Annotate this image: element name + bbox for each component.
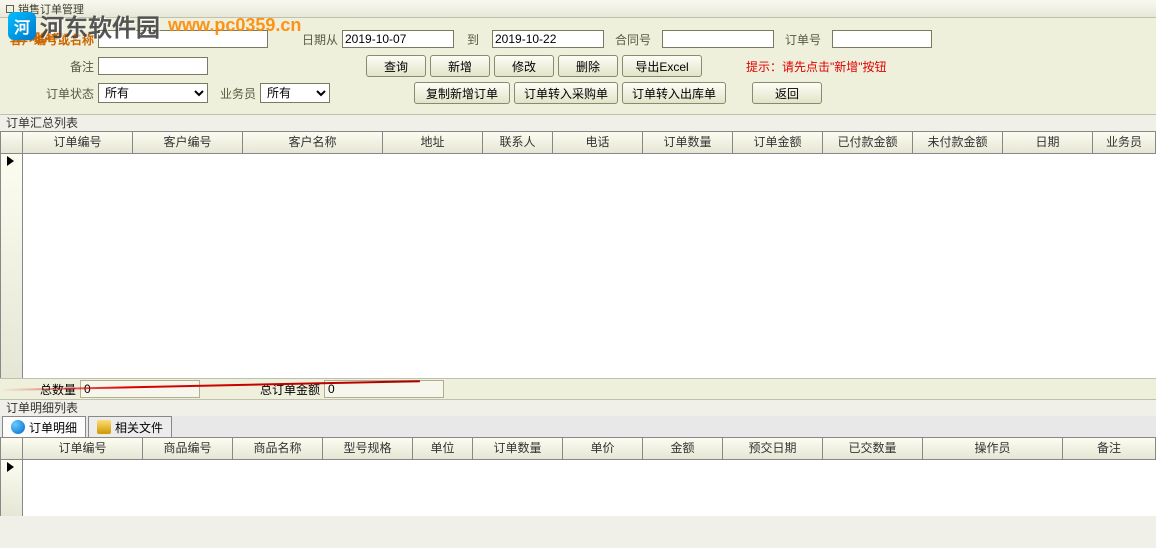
order-status-select[interactable]: 所有 [98, 83, 208, 103]
summary-col-phone[interactable]: 电话 [553, 132, 643, 153]
detail-tabs: 订单明细 相关文件 [0, 416, 1156, 438]
summary-col-contact[interactable]: 联系人 [483, 132, 553, 153]
add-button[interactable]: 新增 [430, 55, 490, 77]
detail-col-price[interactable]: 单价 [563, 438, 643, 459]
window-title-bar: 销售订单管理 [0, 0, 1156, 18]
order-no-input[interactable] [832, 30, 932, 48]
filter-row-4: 订单状态 所有 业务员 所有 复制新增订单 订单转入采购单 订单转入出库单 返回 [8, 81, 1148, 105]
detail-col-orderno[interactable]: 订单编号 [23, 438, 143, 459]
to-purchase-button[interactable]: 订单转入采购单 [514, 82, 618, 104]
contract-label: 合同号 [608, 31, 658, 48]
window-title: 销售订单管理 [18, 1, 84, 17]
customer-code-input[interactable] [98, 30, 268, 48]
edit-button[interactable]: 修改 [494, 55, 554, 77]
remark-label: 备注 [2, 58, 94, 75]
totals-bar: 总数量 0 总订单金额 0 [0, 378, 1156, 400]
date-from-label: 日期从 [294, 31, 338, 48]
detail-col-unit[interactable]: 单位 [413, 438, 473, 459]
filter-panel: 查询条件 客户编号或名称 日期从 到 合同号 订单号 备注 查询 新增 修改 删… [0, 18, 1156, 115]
summary-marker-col [1, 154, 23, 378]
summary-col-marker [1, 132, 23, 153]
tab-related-files-label: 相关文件 [115, 419, 163, 436]
summary-grid-header: 订单编号 客户编号 客户名称 地址 联系人 电话 订单数量 订单金额 已付款金额… [1, 132, 1156, 154]
folder-icon [97, 420, 111, 434]
detail-grid-header: 订单编号 商品编号 商品名称 型号规格 单位 订单数量 单价 金额 预交日期 已… [1, 438, 1156, 460]
detail-grid: 订单编号 商品编号 商品名称 型号规格 单位 订单数量 单价 金额 预交日期 已… [0, 438, 1156, 516]
detail-section-label: 订单明细列表 [0, 400, 1156, 416]
tab-order-detail[interactable]: 订单明细 [2, 416, 86, 437]
summary-col-custname[interactable]: 客户名称 [243, 132, 383, 153]
total-amount-value: 0 [324, 380, 444, 398]
globe-icon [11, 420, 25, 434]
summary-col-orderno[interactable]: 订单编号 [23, 132, 133, 153]
summary-col-paid[interactable]: 已付款金额 [823, 132, 913, 153]
order-status-label: 订单状态 [2, 85, 94, 102]
date-to-input[interactable] [492, 30, 604, 48]
remark-input[interactable] [98, 57, 208, 75]
summary-col-address[interactable]: 地址 [383, 132, 483, 153]
to-stockout-button[interactable]: 订单转入出库单 [622, 82, 726, 104]
detail-grid-body[interactable] [1, 460, 1156, 516]
detail-col-remark[interactable]: 备注 [1063, 438, 1156, 459]
hint-text: 提示：请先点击"新增"按钮 [746, 58, 887, 75]
detail-col-prodcode[interactable]: 商品编号 [143, 438, 233, 459]
salesman-label: 业务员 [212, 85, 256, 102]
summary-col-custcode[interactable]: 客户编号 [133, 132, 243, 153]
delete-button[interactable]: 删除 [558, 55, 618, 77]
detail-col-marker [1, 438, 23, 459]
summary-col-amount[interactable]: 订单金额 [733, 132, 823, 153]
date-to-label: 到 [458, 31, 488, 48]
detail-col-amount[interactable]: 金额 [643, 438, 723, 459]
contract-input[interactable] [662, 30, 774, 48]
detail-col-prodname[interactable]: 商品名称 [233, 438, 323, 459]
summary-col-date[interactable]: 日期 [1003, 132, 1093, 153]
summary-grid-body[interactable] [1, 154, 1156, 378]
total-amount-label: 总订单金额 [240, 381, 320, 398]
date-from-input[interactable] [342, 30, 454, 48]
summary-col-unpaid[interactable]: 未付款金额 [913, 132, 1003, 153]
export-excel-button[interactable]: 导出Excel [622, 55, 702, 77]
app-icon [6, 5, 14, 13]
total-qty-value: 0 [80, 380, 200, 398]
return-button[interactable]: 返回 [752, 82, 822, 104]
filter-row-3: 备注 查询 新增 修改 删除 导出Excel 提示：请先点击"新增"按钮 [8, 54, 1148, 78]
order-no-label: 订单号 [778, 31, 828, 48]
detail-col-delivered[interactable]: 已交数量 [823, 438, 923, 459]
filter-row-2: 客户编号或名称 日期从 到 合同号 订单号 [8, 27, 1148, 51]
detail-row-marker-icon [7, 462, 14, 472]
copy-new-order-button[interactable]: 复制新增订单 [414, 82, 510, 104]
total-qty-label: 总数量 [6, 381, 76, 398]
detail-col-preddate[interactable]: 预交日期 [723, 438, 823, 459]
detail-col-spec[interactable]: 型号规格 [323, 438, 413, 459]
customer-code-label: 客户编号或名称 [2, 31, 94, 48]
query-button[interactable]: 查询 [366, 55, 426, 77]
summary-col-qty[interactable]: 订单数量 [643, 132, 733, 153]
tab-related-files[interactable]: 相关文件 [88, 416, 172, 437]
detail-col-operator[interactable]: 操作员 [923, 438, 1063, 459]
summary-col-salesman[interactable]: 业务员 [1093, 132, 1156, 153]
summary-section-label: 订单汇总列表 [0, 115, 1156, 131]
salesman-select[interactable]: 所有 [260, 83, 330, 103]
tab-order-detail-label: 订单明细 [29, 419, 77, 436]
summary-row-marker-icon [7, 156, 14, 166]
detail-col-qty[interactable]: 订单数量 [473, 438, 563, 459]
summary-grid: 订单编号 客户编号 客户名称 地址 联系人 电话 订单数量 订单金额 已付款金额… [0, 131, 1156, 378]
